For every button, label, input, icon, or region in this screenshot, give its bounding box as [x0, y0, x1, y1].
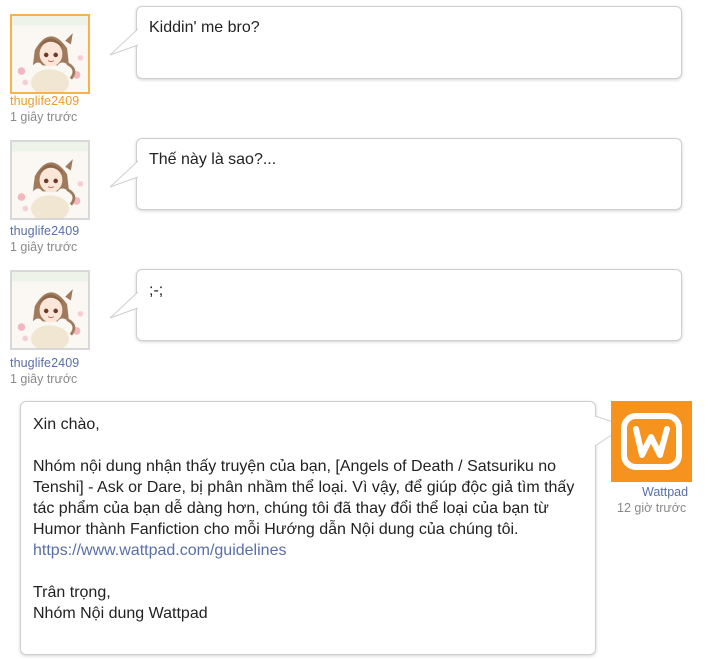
message-bubble: Thế này là sao?... [109, 138, 682, 210]
message-timestamp: 1 giây trước [10, 240, 78, 254]
anime-character-avatar-icon [12, 16, 88, 92]
username-link[interactable]: Wattpad [642, 485, 688, 499]
wattpad-message-bubble: Xin chào, Nhóm nội dung nhận thấy truyện… [20, 401, 627, 655]
guidelines-link[interactable]: https://www.wattpad.com/guidelines [33, 542, 286, 559]
bubble-tail [109, 28, 140, 56]
wattpad-avatar[interactable] [611, 401, 692, 482]
message-text: Thế này là sao?... [149, 151, 277, 168]
username-link[interactable]: thuglife2409 [10, 94, 79, 108]
user-avatar[interactable] [10, 270, 90, 350]
message-thread: thuglife2409 1 giây trước Kiddin' me bro… [0, 0, 708, 659]
user-avatar[interactable] [10, 14, 90, 94]
anime-character-avatar-icon [12, 142, 88, 218]
message-closing: Trân trọng, [33, 584, 111, 601]
anime-character-avatar-icon [12, 272, 88, 348]
message-text: Kiddin' me bro? [149, 19, 260, 36]
message-text: ;-; [149, 282, 164, 299]
wattpad-w-logo-icon [611, 401, 692, 482]
message-bubble: ;-; [109, 269, 682, 341]
message-timestamp: 1 giây trước [10, 110, 78, 124]
bubble-tail [109, 291, 140, 319]
user-avatar[interactable] [10, 140, 90, 220]
username-link[interactable]: thuglife2409 [10, 224, 79, 238]
message-bubble: Kiddin' me bro? [109, 6, 682, 79]
message-greeting: Xin chào, [33, 416, 100, 433]
bubble-tail [109, 160, 140, 188]
username-link[interactable]: thuglife2409 [10, 356, 79, 370]
message-signature: Nhóm Nội dung Wattpad [33, 605, 208, 622]
message-timestamp: 1 giây trước [10, 372, 78, 386]
message-body: Nhóm nội dung nhận thấy truyện của bạn, … [33, 458, 575, 538]
message-timestamp: 12 giờ trước [617, 501, 687, 515]
